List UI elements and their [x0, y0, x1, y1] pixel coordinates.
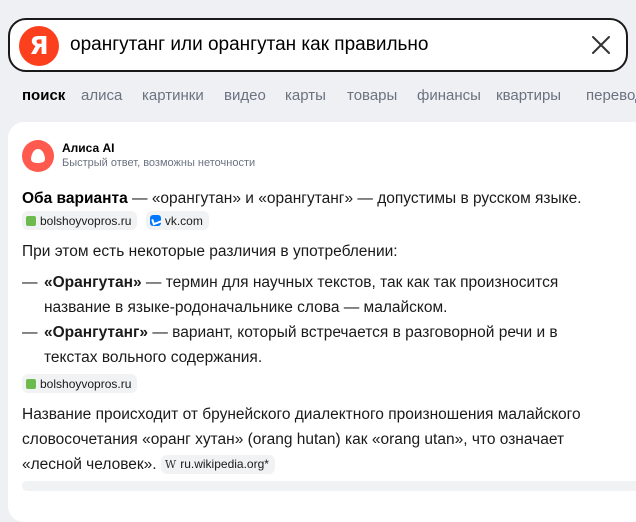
- alice-icon: [22, 140, 54, 172]
- site-favicon-icon: [26, 378, 36, 389]
- tab-search[interactable]: поиск: [22, 87, 65, 104]
- source-chip[interactable]: Wru.wikipedia.org*: [160, 455, 275, 475]
- answer-paragraph-1: Оба варианта — «орангутан» и «орангутанг…: [22, 190, 582, 207]
- tab-video[interactable]: видео: [224, 87, 266, 104]
- next-card-edge: [22, 481, 636, 491]
- source-chip[interactable]: bolshoyvopros.ru: [22, 374, 138, 393]
- answer-paragraph-2: При этом есть некоторые различия в употр…: [22, 243, 398, 260]
- site-favicon-icon: [26, 215, 36, 226]
- tab-maps[interactable]: карты: [285, 87, 326, 104]
- source-chip[interactable]: bolshoyvopros.ru: [22, 211, 138, 230]
- search-header: Я орангутанг или орангутан как правильно…: [0, 0, 636, 120]
- tab-alice[interactable]: алиса: [81, 87, 122, 104]
- tab-images[interactable]: картинки: [142, 87, 204, 104]
- yandex-logo[interactable]: Я: [19, 26, 59, 66]
- close-icon[interactable]: [590, 34, 612, 56]
- vk-icon: [149, 215, 161, 226]
- tab-apartments[interactable]: квартиры: [496, 87, 561, 104]
- source-chips-1: bolshoyvopros.ru vk.com: [22, 211, 213, 230]
- search-input[interactable]: орангутанг или орангутан как правильно: [70, 20, 429, 70]
- alice-answer-card: Алиса AI Быстрый ответ, возможны неточно…: [8, 122, 636, 522]
- source-chips-2: bolshoyvopros.ru: [22, 374, 141, 393]
- tab-finance[interactable]: финансы: [417, 87, 481, 104]
- answer-bold-phrase: Оба варианта: [22, 190, 128, 207]
- search-bar: Я орангутанг или орангутан как правильно: [8, 18, 628, 72]
- answer-source-subtitle: Быстрый ответ, возможны неточности: [62, 157, 256, 169]
- tab-translate[interactable]: перевод: [586, 87, 636, 104]
- answer-paragraph-3: Название происходит от брунейского диале…: [22, 402, 622, 477]
- source-chip[interactable]: vk.com: [145, 211, 209, 230]
- tab-products[interactable]: товары: [347, 87, 397, 104]
- wikipedia-icon: W: [164, 458, 177, 472]
- answer-source-name: Алиса AI: [62, 141, 115, 155]
